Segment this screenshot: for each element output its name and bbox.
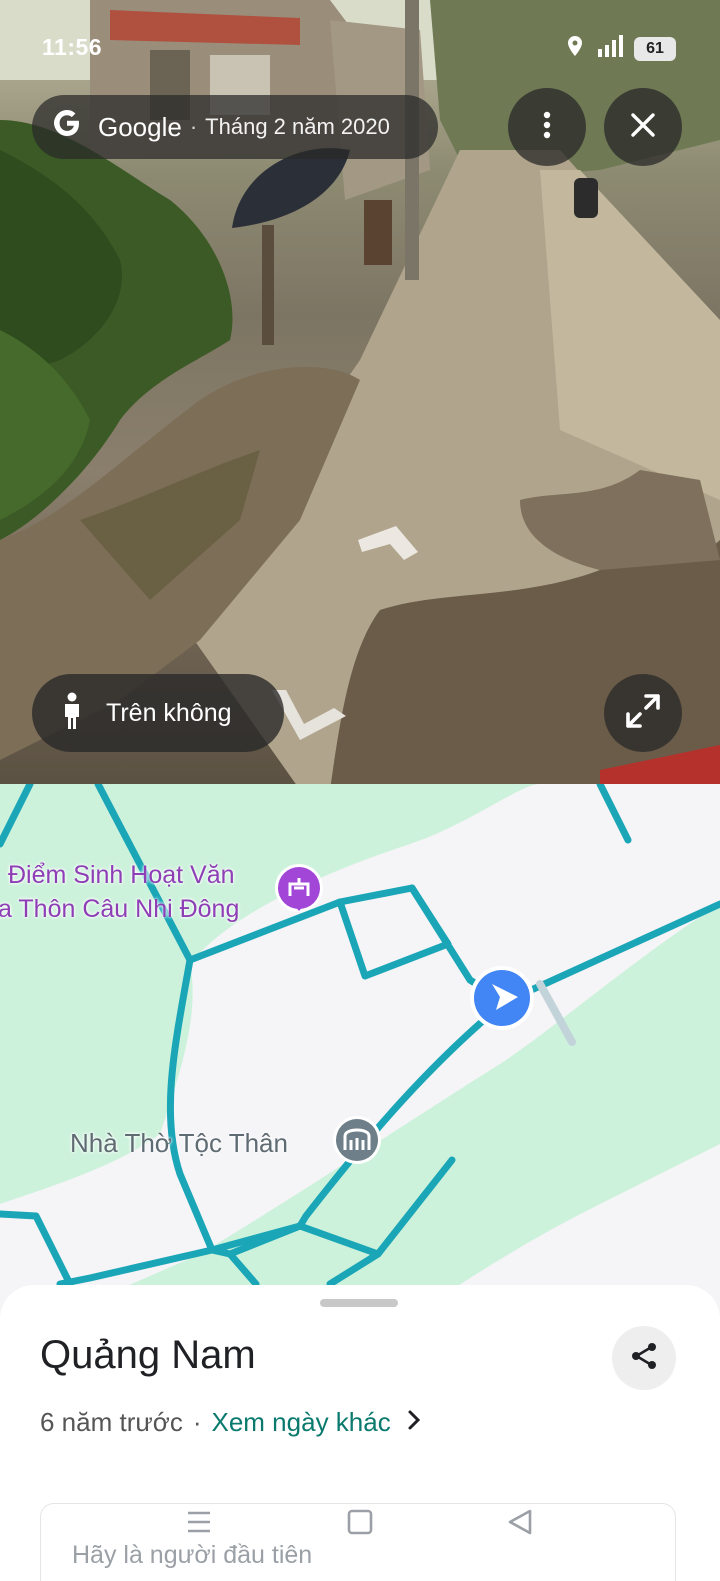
status-icons: 61 (564, 34, 676, 63)
chevron-right-icon[interactable] (407, 1407, 421, 1438)
drag-handle[interactable] (320, 1299, 398, 1307)
other-dates-link[interactable]: Xem ngày khác (212, 1407, 391, 1438)
map-view[interactable]: Điểm Sinh Hoạt Văn a Thôn Câu Nhi Đông N… (0, 784, 720, 1324)
view-mode-toggle[interactable]: Trên không (32, 674, 284, 752)
date-row: 6 năm trước · Xem ngày khác (40, 1407, 421, 1438)
share-icon (629, 1341, 659, 1376)
street-view-panorama[interactable]: 11:56 61 Google · Tháng 2 năm 2020 Trên … (0, 0, 720, 790)
poi-label-temple[interactable]: Nhà Thờ Tộc Thân (70, 1126, 288, 1160)
system-nav-bar (0, 1500, 720, 1560)
location-icon (564, 34, 586, 63)
capture-date: Tháng 2 năm 2020 (205, 114, 390, 139)
cultural-center-icon[interactable] (274, 864, 323, 912)
close-button[interactable] (604, 88, 682, 166)
home-icon[interactable] (346, 1508, 374, 1541)
recents-icon[interactable] (186, 1508, 212, 1541)
temple-icon[interactable] (333, 1116, 381, 1164)
current-location-marker (470, 966, 534, 1030)
google-g-icon (52, 108, 82, 146)
battery-icon: 61 (634, 36, 676, 61)
close-icon (630, 112, 656, 143)
street-view-header: Google · Tháng 2 năm 2020 (32, 95, 438, 159)
place-title: Quảng Nam (40, 1333, 256, 1377)
header-separator: · (189, 114, 198, 139)
signal-icon (596, 35, 624, 62)
brand-label: Google (98, 111, 182, 142)
fullscreen-button[interactable] (604, 674, 682, 752)
row-separator: · (192, 1407, 202, 1437)
poi-label-cultural-line2[interactable]: a Thôn Câu Nhi Đông (0, 892, 239, 926)
poi-label-cultural-line1[interactable]: Điểm Sinh Hoạt Văn (8, 858, 235, 892)
more-options-button[interactable] (508, 88, 586, 166)
status-time: 11:56 (42, 34, 103, 60)
share-button[interactable] (612, 1326, 676, 1390)
fullscreen-icon (624, 692, 662, 735)
view-mode-label: Trên không (106, 698, 232, 727)
status-bar: 11:56 61 (0, 0, 720, 92)
time-ago: 6 năm trước (40, 1407, 183, 1437)
more-vert-icon (542, 110, 552, 145)
pegman-icon (60, 692, 84, 735)
back-icon[interactable] (506, 1508, 534, 1541)
